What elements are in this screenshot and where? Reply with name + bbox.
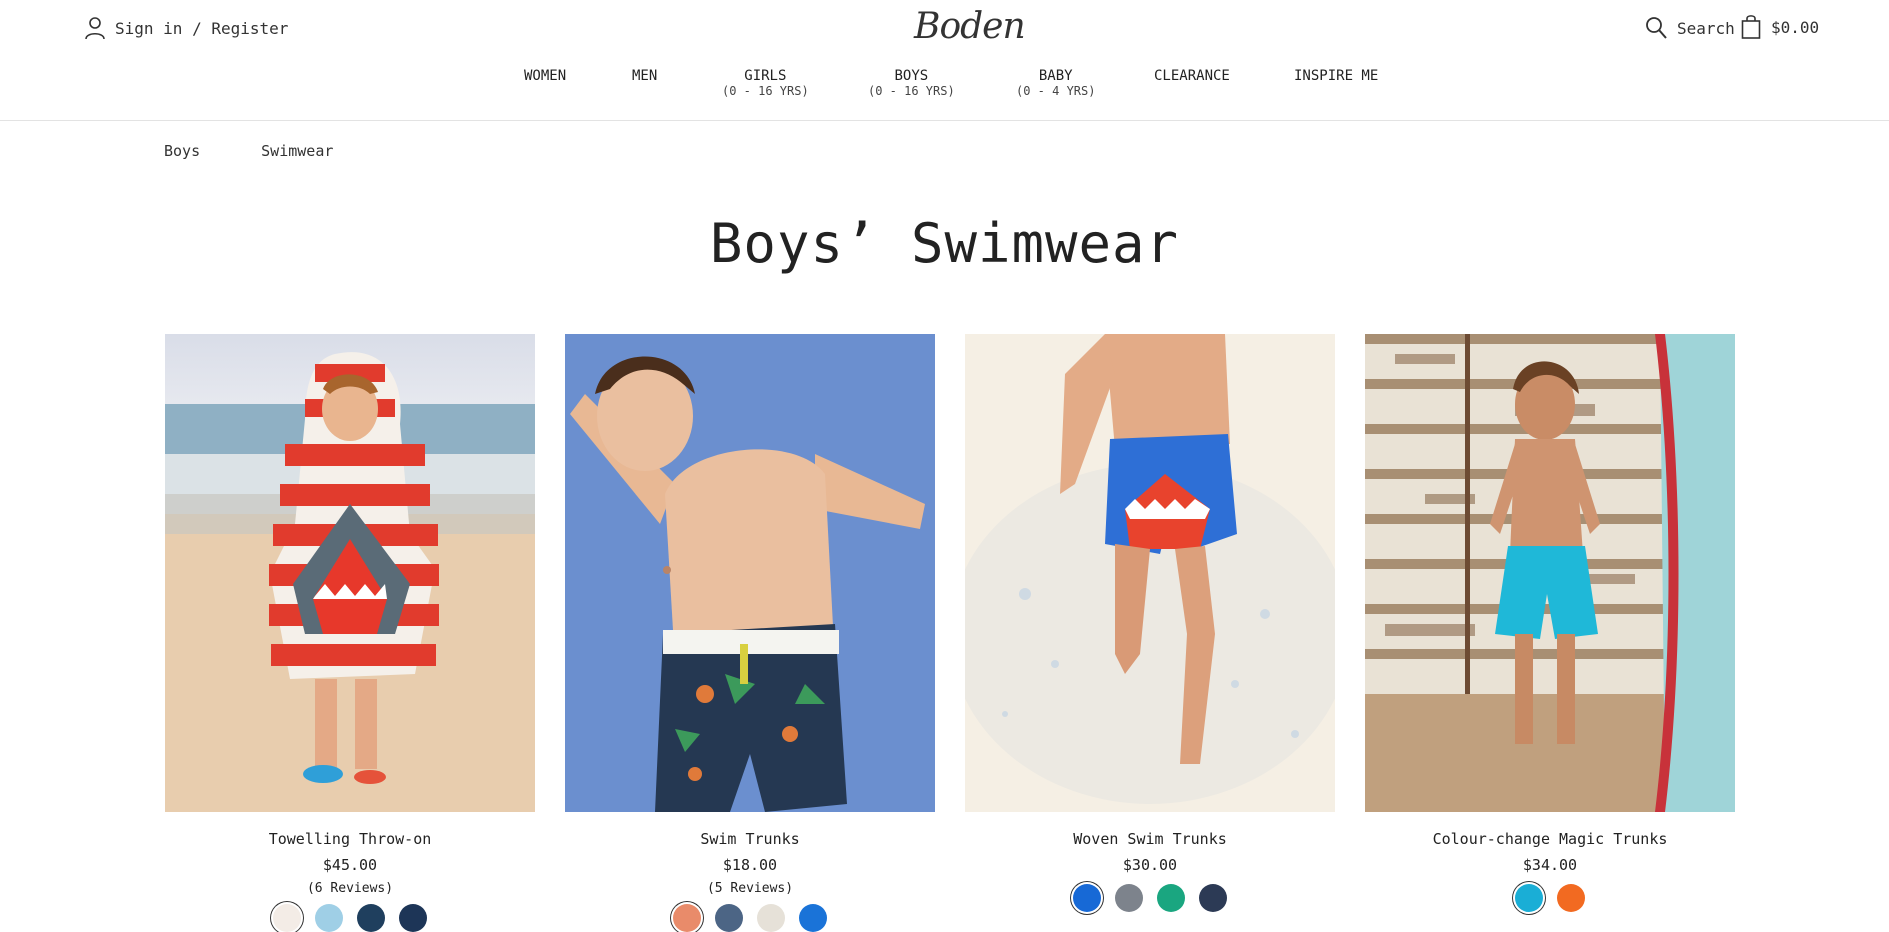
color-swatches [965,884,1335,912]
nav-baby[interactable]: BABY (0 - 4 YRS) [1016,68,1095,98]
nav-baby-age-range: (0 - 4 YRS) [1016,84,1096,98]
color-swatch[interactable] [1157,884,1185,912]
product-card-swim-trunks[interactable]: Swim Trunks $18.00 (5 Reviews) [565,334,935,932]
color-swatch[interactable] [1515,884,1543,912]
nav-girls-label: GIRLS [744,68,787,84]
shopping-bag-icon [1741,15,1761,39]
nav-men[interactable]: MEN [632,68,657,84]
color-swatches [1365,884,1735,912]
nav-girls-age-range: (0 - 16 YRS) [722,84,809,98]
breadcrumb-boys[interactable]: Boys [164,142,200,160]
nav-women-label: WOMEN [524,68,567,84]
color-swatch[interactable] [757,904,785,932]
product-reviews[interactable]: (6 Reviews) [165,881,535,896]
product-name[interactable]: Woven Swim Trunks [965,830,1335,848]
color-swatch[interactable] [1199,884,1227,912]
nav-clearance-label: CLEARANCE [1154,68,1230,84]
bag-total: $0.00 [1771,17,1820,37]
page-title: Boys’ Swimwear [709,212,1180,275]
color-swatches [165,904,535,932]
breadcrumb-swimwear[interactable]: Swimwear [261,142,333,160]
nav-boys[interactable]: BOYS (0 - 16 YRS) [868,68,955,98]
product-name[interactable]: Towelling Throw-on [165,830,535,848]
nav-women[interactable]: WOMEN [524,68,566,84]
color-swatch[interactable] [315,904,343,932]
boden-logo[interactable]: Boden [914,6,1026,47]
product-price: $18.00 [722,856,778,874]
color-swatch[interactable] [273,904,301,932]
product-price: $34.00 [1522,856,1578,874]
nav-men-label: MEN [632,68,658,84]
product-card-colour-change-magic-trunks[interactable]: Colour-change Magic Trunks $34.00 [1365,334,1735,912]
product-price: $45.00 [322,856,378,874]
color-swatch[interactable] [673,904,701,932]
site-header: Sign in / Register Boden Search $0.00 WO… [0,0,1889,121]
user-icon [85,17,105,40]
product-image[interactable] [165,334,535,812]
color-swatch[interactable] [399,904,427,932]
color-swatches [565,904,935,932]
color-swatch[interactable] [1115,884,1143,912]
product-name[interactable]: Colour-change Magic Trunks [1365,830,1735,848]
nav-clearance[interactable]: CLEARANCE [1154,68,1230,84]
breadcrumb: Boys Swimwear [164,142,385,160]
color-swatch[interactable] [1073,884,1101,912]
nav-boys-label: BOYS [894,68,929,84]
product-image[interactable] [965,334,1335,812]
color-swatch[interactable] [1557,884,1585,912]
search-icon [1646,17,1667,39]
product-reviews[interactable]: (5 Reviews) [565,881,935,896]
product-image[interactable] [565,334,935,812]
shopping-bag-button[interactable]: $0.00 [1741,14,1819,40]
search-button[interactable]: Search [1645,16,1735,40]
nav-baby-label: BABY [1038,68,1073,84]
sign-in-label: Sign in / Register [115,18,289,38]
product-card-towelling-throw-on[interactable]: Towelling Throw-on $45.00 (6 Reviews) [165,334,535,932]
nav-boys-age-range: (0 - 16 YRS) [868,84,955,98]
color-swatch[interactable] [799,904,827,932]
product-price: $30.00 [1122,856,1178,874]
nav-inspire-me-label: INSPIRE ME [1294,68,1379,84]
search-label: Search [1677,18,1735,38]
color-swatch[interactable] [357,904,385,932]
sign-in-register-link[interactable]: Sign in / Register [84,16,288,40]
color-swatch[interactable] [715,904,743,932]
product-card-woven-swim-trunks[interactable]: Woven Swim Trunks $30.00 [965,334,1335,912]
nav-girls[interactable]: GIRLS (0 - 16 YRS) [722,68,809,98]
product-image[interactable] [1365,334,1735,812]
product-name[interactable]: Swim Trunks [565,830,935,848]
nav-inspire-me[interactable]: INSPIRE ME [1294,68,1378,84]
